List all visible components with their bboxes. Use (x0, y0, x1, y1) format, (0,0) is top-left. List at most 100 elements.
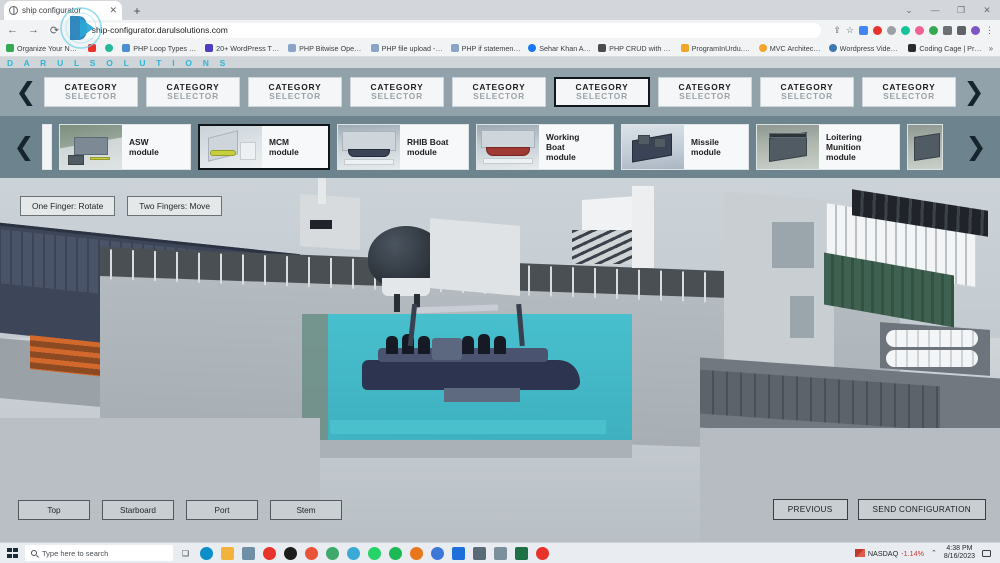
hint-one-finger-rotate[interactable]: One Finger: Rotate (20, 196, 116, 216)
vlc-icon[interactable] (408, 545, 425, 562)
bookmark-item[interactable] (103, 44, 117, 52)
module-card-next-partial[interactable] (907, 124, 943, 170)
youtube-icon[interactable] (534, 545, 551, 562)
module-card-mcm-selected[interactable]: MCM module (198, 124, 330, 170)
tray-expand-icon[interactable]: ⌃ (931, 549, 937, 557)
bookmark-item[interactable]: PHP if statement -... (449, 44, 524, 53)
bookmark-item[interactable]: Wordpress Video T... (827, 44, 904, 53)
bookmark-item[interactable]: ProgramInUrdu.co... (679, 44, 754, 53)
category-selector-8[interactable]: CATEGORY SELECTOR (760, 77, 854, 107)
bookmark-item[interactable]: PHP Bitwise Operat... (286, 44, 366, 53)
start-button[interactable] (4, 545, 21, 562)
chrome-menu-icon[interactable]: ⋮ (985, 25, 994, 36)
notepad-icon[interactable] (492, 545, 509, 562)
module-next-arrow[interactable]: ❯ (958, 134, 994, 160)
category-selector-5[interactable]: CATEGORY SELECTOR (452, 77, 546, 107)
spotify-icon[interactable] (387, 545, 404, 562)
calculator-icon[interactable] (471, 545, 488, 562)
share-icon[interactable]: ⇪ (833, 25, 841, 36)
bookmark-favicon (288, 44, 297, 52)
bookmark-star-icon[interactable]: ☆ (846, 25, 854, 36)
minimize-button[interactable]: — (922, 0, 948, 20)
category-selector-1[interactable]: CATEGORY SELECTOR (44, 77, 138, 107)
scene-house-window-2 (790, 296, 814, 338)
bookmark-item[interactable]: Coding Cage | Prog... (906, 44, 985, 53)
view-button-port[interactable]: Port (186, 500, 258, 520)
module-prev-arrow[interactable]: ❮ (6, 134, 42, 160)
category-selector-3[interactable]: CATEGORY SELECTOR (248, 77, 342, 107)
back-icon[interactable]: ← (6, 24, 19, 36)
ship-configurator-app: D A R U L S O L U T I O N S ❮ CATEGORY SE… (0, 57, 1000, 542)
reddit-icon[interactable] (282, 545, 299, 562)
drive-icon[interactable] (303, 545, 320, 562)
address-bar[interactable]: 🔒 ship-configurator.darulsolutions.com (71, 22, 822, 38)
category-selector-2[interactable]: CATEGORY SELECTOR (146, 77, 240, 107)
close-icon[interactable]: ✕ (109, 6, 117, 15)
tab-search-icon[interactable]: ⌄ (896, 0, 922, 20)
send-configuration-button[interactable]: SEND CONFIGURATION (857, 499, 986, 520)
notification-icon[interactable] (982, 549, 991, 557)
category-selector-9[interactable]: CATEGORY SELECTOR (862, 77, 956, 107)
bookmark-item[interactable]: PHP CRUD with My... (596, 44, 675, 53)
category-selector-4[interactable]: CATEGORY SELECTOR (350, 77, 444, 107)
module-card-loitering-munition[interactable]: Loitering Munition module (756, 124, 900, 170)
bookmarks-overflow-icon[interactable]: » (989, 44, 996, 53)
search-input[interactable]: Type here to search (25, 545, 173, 561)
browser-tab[interactable]: ship configurator ✕ (4, 1, 122, 20)
extension-reader-icon[interactable] (859, 25, 868, 35)
close-button[interactable]: ✕ (974, 0, 1000, 20)
extension-grammarly-icon[interactable] (901, 25, 910, 35)
category-selector-6-selected[interactable]: CATEGORY SELECTOR (554, 77, 650, 107)
stock-ticker[interactable]: NASDAQ -1.14% (854, 549, 924, 558)
excel-icon[interactable] (513, 545, 530, 562)
reload-icon[interactable]: ⟳ (48, 24, 61, 37)
module-card-asw[interactable]: ASW module (59, 124, 191, 170)
clock[interactable]: 4:38 PM 8/16/2023 (944, 545, 975, 561)
view-button-top[interactable]: Top (18, 500, 90, 520)
chrome-icon[interactable] (324, 545, 341, 562)
bookmark-item[interactable]: Sehar Khan Afridi (526, 44, 593, 53)
category-selector-bar: ❮ CATEGORY SELECTOR CATEGORY SELECTOR CATE… (0, 68, 1000, 116)
category-selector-7[interactable]: CATEGORY SELECTOR (658, 77, 752, 107)
edge-icon[interactable] (198, 545, 215, 562)
mail-icon[interactable] (450, 545, 467, 562)
bookmark-item[interactable]: Organize Your Next... (4, 44, 83, 53)
photos-icon[interactable] (345, 545, 362, 562)
bookmark-label: 20+ WordPress The... (216, 43, 282, 53)
module-card-rhib-boat[interactable]: RHIB Boat module (337, 124, 469, 170)
hint-two-fingers-move[interactable]: Two Fingers: Move (127, 196, 222, 216)
extension-globe-icon[interactable] (887, 25, 896, 35)
view-button-starboard[interactable]: Starboard (102, 500, 174, 520)
category-next-arrow[interactable]: ❯ (956, 79, 992, 105)
bookmark-item[interactable]: MVC Architecture (757, 44, 824, 53)
ship-3d-viewport[interactable]: DS (0, 178, 1000, 542)
new-tab-button[interactable]: + (128, 2, 146, 20)
extension-square-icon[interactable] (957, 25, 966, 35)
module-card-working-boat[interactable]: Working Boat module (476, 124, 614, 170)
opera-icon[interactable] (261, 545, 278, 562)
bookmark-item[interactable]: PHP Loop Types do... (120, 44, 200, 53)
view-button-stem[interactable]: Stem (270, 500, 342, 520)
maximize-button[interactable]: ❐ (948, 0, 974, 20)
extension-green-icon[interactable] (929, 25, 938, 35)
task-view-icon[interactable]: ❏ (177, 545, 194, 562)
scene-cylinder-1 (886, 330, 978, 347)
store-icon[interactable] (240, 545, 257, 562)
category-prev-arrow[interactable]: ❮ (8, 79, 44, 105)
extension-puzzle-icon[interactable] (943, 25, 952, 35)
previous-button[interactable]: PREVIOUS (772, 499, 848, 520)
module-card-missile[interactable]: Missile module (621, 124, 749, 170)
file-explorer-icon[interactable] (219, 545, 236, 562)
bookmark-item[interactable]: 20+ WordPress The... (203, 44, 283, 53)
extension-opera-icon[interactable] (873, 25, 882, 35)
module-thumbnail-working-boat (477, 125, 539, 169)
extension-pink-icon[interactable] (915, 25, 924, 35)
forward-icon[interactable]: → (27, 24, 40, 36)
whatsapp-icon[interactable] (366, 545, 383, 562)
scene-rhib-seat-5 (478, 334, 490, 354)
bookmark-item[interactable] (86, 44, 100, 52)
bookmark-item[interactable]: PHP file upload - w... (369, 44, 446, 53)
profile-avatar[interactable] (971, 25, 980, 35)
view-buttons: Top Starboard Port Stem (18, 500, 342, 520)
chrome2-icon[interactable] (429, 545, 446, 562)
